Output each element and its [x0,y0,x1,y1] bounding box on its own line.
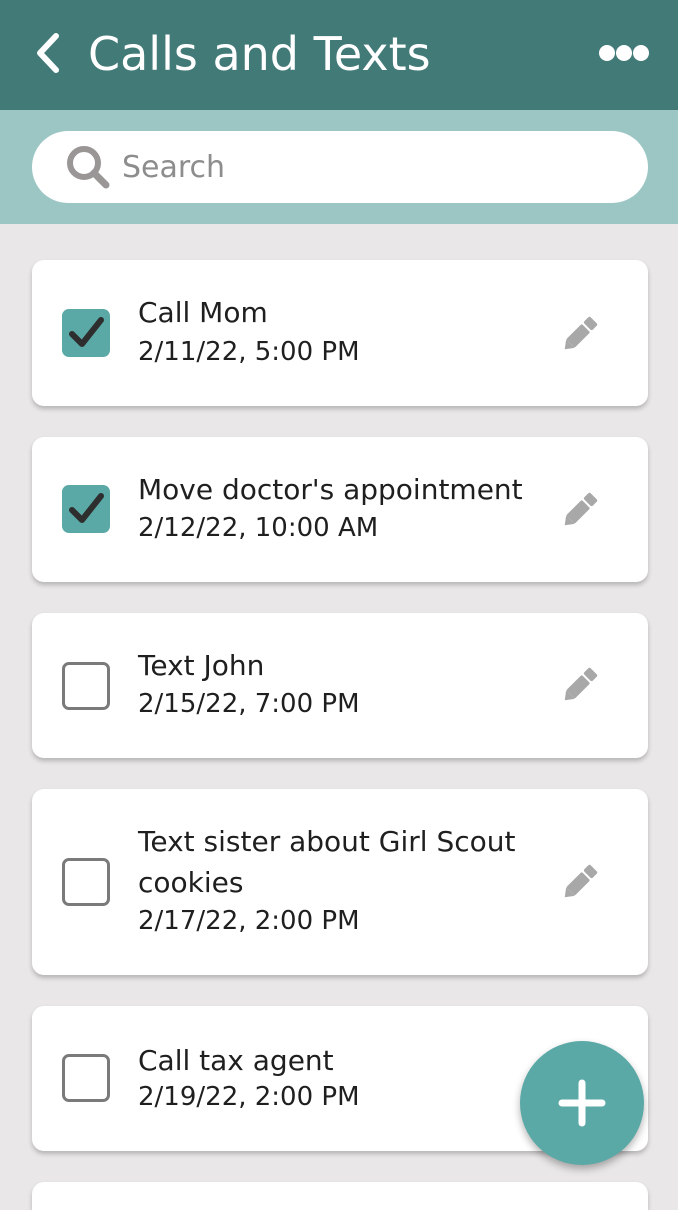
task-checkbox-checked[interactable] [62,309,110,357]
checkmark-icon [69,493,104,523]
pencil-icon [564,492,598,526]
search-bar-container [0,110,678,224]
task-title: Text John [138,649,265,682]
search-box[interactable] [32,131,648,203]
task-checkbox-checked[interactable] [62,485,110,533]
task-card[interactable]: Text sister about Girl Scout cookies 2/1… [32,789,648,975]
task-title: Call tax agent [138,1044,334,1077]
edit-button[interactable] [556,308,606,358]
task-checkbox-unchecked[interactable] [62,1054,110,1102]
task-title: Text sister about Girl Scout cookies [138,825,516,899]
pencil-icon [564,667,598,701]
task-date: 2/17/22, 2:00 PM [138,906,360,936]
app-screen: Calls and Texts Call Mom [0,0,678,1210]
task-checkbox-unchecked[interactable] [62,858,110,906]
search-icon [67,146,110,189]
task-card[interactable]: Move doctor's appointment 2/12/22, 10:00… [32,437,648,582]
edit-button[interactable] [556,856,606,906]
page-title: Calls and Texts [88,27,431,81]
back-button[interactable] [30,28,70,78]
edit-button[interactable] [556,659,606,709]
more-horizontal-icon [599,45,649,61]
plus-icon [558,1079,606,1127]
search-input[interactable] [122,139,622,195]
pencil-icon [564,864,598,898]
task-date: 2/11/22, 5:00 PM [138,337,360,367]
edit-button[interactable] [556,484,606,534]
more-options-button[interactable] [594,36,654,70]
pencil-icon [564,316,598,350]
add-task-button[interactable] [520,1041,644,1165]
task-date: 2/19/22, 2:00 PM [138,1082,360,1112]
task-title: Move doctor's appointment [138,473,523,506]
task-card[interactable]: Text John 2/15/22, 7:00 PM [32,613,648,758]
task-checkbox-unchecked[interactable] [62,662,110,710]
task-card-partial[interactable] [32,1182,648,1210]
task-date: 2/15/22, 7:00 PM [138,689,360,719]
task-card[interactable]: Call Mom 2/11/22, 5:00 PM [32,260,648,406]
chevron-left-icon [37,33,59,73]
task-date: 2/12/22, 10:00 AM [138,513,379,543]
checkmark-icon [69,317,104,347]
app-header: Calls and Texts [0,0,678,110]
task-title: Call Mom [138,296,268,329]
